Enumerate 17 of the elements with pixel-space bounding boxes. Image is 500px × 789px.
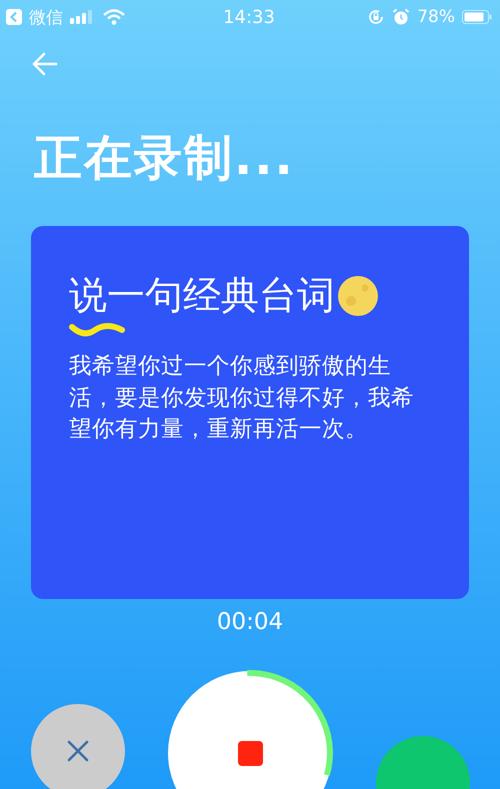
stop-icon — [238, 740, 262, 766]
clock-time: 14:33 — [223, 6, 275, 28]
battery-icon — [462, 10, 492, 24]
quote-text: 我希望你过一个你感到骄傲的生活，要是你发现你过得不好，我希望你有力量，重新再活一次。 — [69, 352, 415, 444]
recording-timer: 00:04 — [216, 609, 284, 635]
back-arrow-icon[interactable] — [32, 52, 58, 76]
moon-icon — [337, 274, 379, 316]
back-app-icon[interactable] — [6, 9, 22, 25]
card-heading: 说一句经典台词 — [69, 272, 335, 319]
page-title: 正在录制... — [34, 129, 296, 188]
alarm-icon — [392, 8, 410, 26]
back-app-label[interactable]: 微信 — [29, 6, 63, 28]
close-icon — [67, 740, 89, 762]
battery-percent: 78% — [417, 7, 455, 27]
wifi-icon — [103, 9, 125, 25]
rotation-lock-icon — [367, 8, 386, 26]
squiggle-icon — [69, 321, 125, 339]
